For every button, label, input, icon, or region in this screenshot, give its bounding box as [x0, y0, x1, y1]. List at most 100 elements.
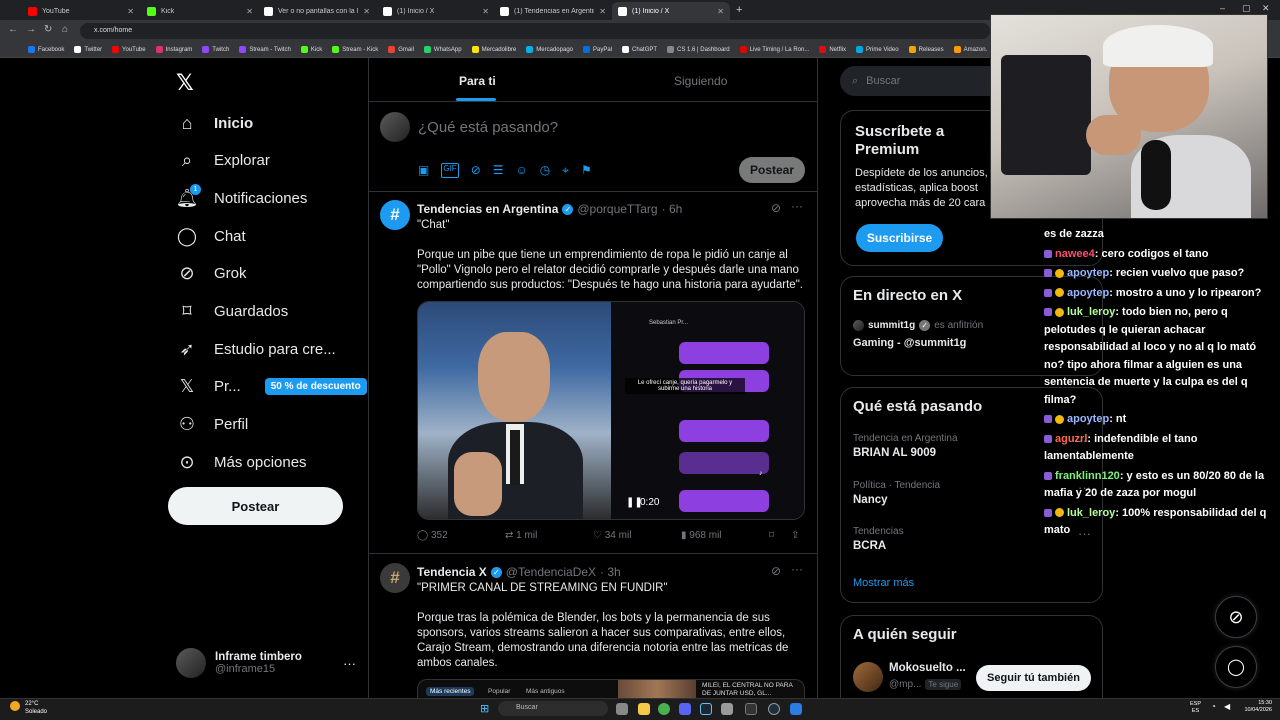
- nav-item[interactable]: ⌂ Inicio: [176, 110, 254, 136]
- clock[interactable]: 15:30 10/04/2026: [1240, 700, 1272, 714]
- bookmark-item[interactable]: Twitch: [202, 46, 229, 53]
- tweet-image-preview[interactable]: Más recientes Popular Más antiguos MILEI…: [417, 679, 805, 698]
- bookmark-item[interactable]: CS 1.6 | Dashboard: [667, 46, 730, 53]
- browser-tab[interactable]: Kick ✕: [141, 2, 259, 20]
- bookmark-item[interactable]: Mercadolibre: [471, 46, 516, 53]
- nav-item[interactable]: ⚇ Perfil: [176, 412, 248, 438]
- file-explorer-icon[interactable]: [638, 703, 650, 715]
- steam-icon[interactable]: [700, 703, 712, 715]
- grok-fab[interactable]: ⊘: [1215, 596, 1257, 638]
- bookmark-item[interactable]: Netflix: [819, 46, 846, 53]
- bookmark-item[interactable]: PayPal: [583, 46, 612, 53]
- browser-tab[interactable]: (1) Tendencias en Argentina en ✕: [494, 2, 612, 20]
- reply-action[interactable]: ◯ 352: [417, 530, 505, 541]
- tweet-author-name[interactable]: Tendencias en Argentina: [417, 202, 558, 216]
- post-button[interactable]: Postear: [168, 487, 343, 525]
- obs-icon[interactable]: [768, 703, 780, 715]
- bookmark-item[interactable]: ChatGPT: [622, 46, 657, 53]
- home-browser-icon[interactable]: ⌂: [62, 24, 68, 35]
- follow-back-button[interactable]: Seguir tú también: [976, 665, 1091, 691]
- maximize-button[interactable]: ▢: [1242, 3, 1251, 14]
- browser-tab[interactable]: YouTube ✕: [22, 2, 140, 20]
- share-action[interactable]: ⇪: [791, 530, 807, 541]
- app-icon[interactable]: [721, 703, 733, 715]
- tweet-video[interactable]: Sebastian Pr... Le ofrecí canje, quería …: [417, 301, 805, 520]
- follow-avatar[interactable]: [853, 662, 883, 692]
- chat-username[interactable]: luk_leroy: [1067, 306, 1115, 318]
- image-icon[interactable]: ▣: [418, 163, 429, 178]
- close-tab-icon[interactable]: ✕: [127, 7, 134, 16]
- language-indicator[interactable]: ESP ES: [1190, 701, 1201, 715]
- nav-item[interactable]: ⊘ Grok: [176, 261, 246, 287]
- task-view-icon[interactable]: [616, 703, 628, 715]
- chrome-icon[interactable]: [658, 703, 670, 715]
- bookmark-action[interactable]: ⌑: [769, 530, 791, 541]
- app-icon[interactable]: [790, 703, 802, 715]
- grok-explain-icon[interactable]: ⊘: [771, 201, 781, 215]
- schedule-icon[interactable]: ◷: [540, 163, 550, 178]
- app-icon[interactable]: [745, 703, 757, 715]
- chat-username[interactable]: franklinn120: [1055, 470, 1120, 482]
- emoji-icon[interactable]: ☺: [516, 163, 528, 178]
- tweet-time[interactable]: · 6h: [662, 202, 683, 216]
- bookmark-item[interactable]: Gmail: [388, 46, 414, 53]
- chat-username[interactable]: apoytep: [1067, 413, 1109, 425]
- tweet-time[interactable]: · 3h: [600, 565, 621, 579]
- browser-tab[interactable]: (1) Inicio / X ✕: [612, 2, 730, 20]
- bookmark-item[interactable]: Prime Video: [856, 46, 899, 53]
- volume-icon[interactable]: ◀: [1224, 702, 1230, 711]
- location-icon[interactable]: ⌖: [562, 163, 569, 178]
- gif-icon[interactable]: GIF: [441, 163, 459, 178]
- weather-icon[interactable]: [10, 701, 20, 711]
- url-bar[interactable]: x.com/home: [80, 23, 990, 39]
- grok-composer-icon[interactable]: ⊘: [471, 163, 481, 178]
- close-tab-icon[interactable]: ✕: [599, 7, 606, 16]
- composer-post-button[interactable]: Postear: [739, 157, 805, 183]
- weather-widget[interactable]: 22°C Soleado: [25, 700, 47, 716]
- close-tab-icon[interactable]: ✕: [363, 7, 370, 16]
- repost-action[interactable]: ⇄ 1 mil: [505, 530, 593, 541]
- chat-username[interactable]: apoytep: [1067, 267, 1109, 279]
- bookmark-item[interactable]: Mercadopago: [526, 46, 573, 53]
- grok-explain-icon[interactable]: ⊘: [771, 564, 781, 578]
- tweet-avatar[interactable]: #: [380, 200, 410, 230]
- browser-tab[interactable]: (1) Inicio / X ✕: [377, 2, 495, 20]
- chat-username[interactable]: nawee4: [1055, 248, 1095, 260]
- tab-para-ti[interactable]: Para ti: [459, 74, 496, 88]
- bookmark-item[interactable]: WhatsApp: [423, 46, 462, 53]
- close-tab-icon[interactable]: ✕: [246, 7, 253, 16]
- tweet-author-name[interactable]: Tendencia X: [417, 565, 487, 579]
- tweet-handle[interactable]: @TendenciaDeX: [506, 565, 596, 579]
- bookmark-item[interactable]: Stream - Kick: [332, 46, 378, 53]
- bookmark-item[interactable]: Stream - Twitch: [239, 46, 291, 53]
- bookmark-item[interactable]: Kick: [300, 46, 322, 53]
- flag-icon[interactable]: ⚑: [581, 163, 592, 178]
- close-tab-icon[interactable]: ✕: [717, 7, 724, 16]
- account-more-icon[interactable]: ···: [343, 656, 356, 671]
- tweet-more-icon[interactable]: ···: [791, 199, 803, 213]
- bookmark-item[interactable]: Live Timing / La Ron...: [739, 46, 809, 53]
- nav-item[interactable]: ➶ Estudio para cre...: [176, 336, 335, 362]
- bookmark-item[interactable]: Instagram: [155, 46, 192, 53]
- reload-icon[interactable]: ↻: [44, 24, 52, 35]
- views-action[interactable]: ▮ 968 mil: [681, 530, 769, 541]
- tweet-handle[interactable]: @porqueTTarg: [577, 202, 657, 216]
- chat-username[interactable]: luk_leroy: [1067, 507, 1115, 519]
- close-tab-icon[interactable]: ✕: [482, 7, 489, 16]
- minimize-button[interactable]: –: [1220, 3, 1225, 13]
- nav-item[interactable]: ⊙ Más opciones: [176, 449, 306, 475]
- x-logo-icon[interactable]: 𝕏: [176, 70, 194, 96]
- discord-icon[interactable]: [679, 703, 691, 715]
- close-window-button[interactable]: ✕: [1262, 3, 1270, 14]
- network-icon[interactable]: ◔: [1211, 702, 1216, 711]
- back-icon[interactable]: ←: [8, 24, 18, 35]
- taskbar-search[interactable]: Buscar: [498, 701, 608, 716]
- tweet-avatar[interactable]: #: [380, 563, 410, 593]
- poll-icon[interactable]: ☰: [493, 163, 504, 178]
- show-more-link[interactable]: Mostrar más: [853, 577, 914, 589]
- tweet-more-icon[interactable]: ···: [791, 562, 803, 576]
- bookmark-item[interactable]: Releases: [908, 46, 944, 53]
- chat-username[interactable]: apoytep: [1067, 287, 1109, 299]
- composer-input[interactable]: ¿Qué está pasando?: [418, 119, 558, 136]
- nav-item[interactable]: ⌕ Explorar: [176, 148, 270, 174]
